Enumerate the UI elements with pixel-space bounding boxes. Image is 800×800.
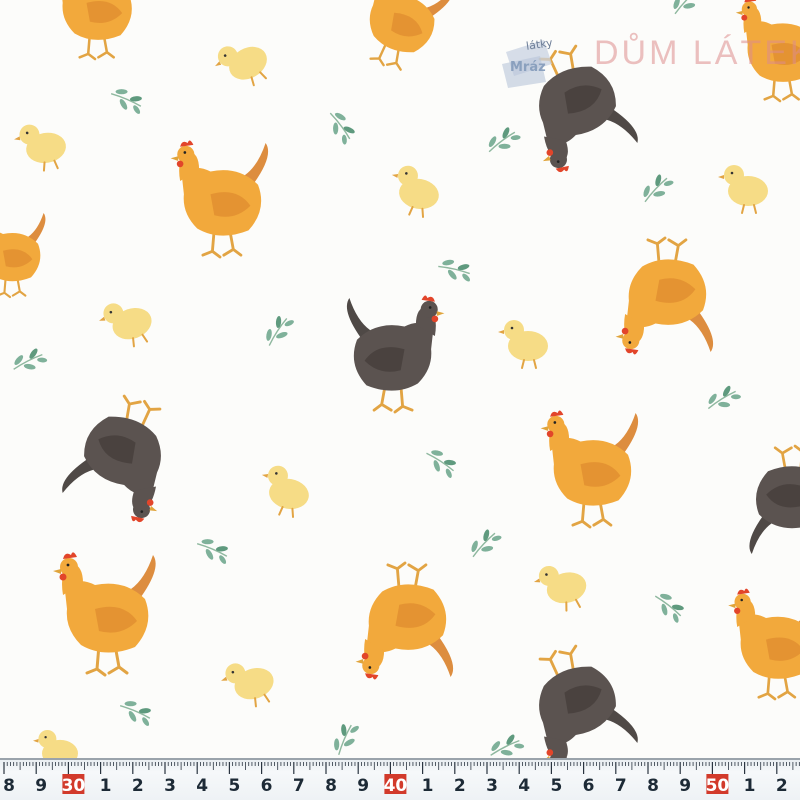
ruler-digit: 8 bbox=[325, 776, 337, 796]
leaf-sprig bbox=[426, 450, 456, 478]
leaf-sprig bbox=[438, 259, 471, 282]
leaf-sprig bbox=[643, 174, 674, 203]
chick bbox=[215, 46, 267, 87]
ruler-digit: 1 bbox=[100, 776, 112, 796]
chick bbox=[99, 303, 152, 348]
grey-hen bbox=[749, 444, 800, 554]
ruler-digit: 2 bbox=[132, 776, 144, 796]
leaf-sprig bbox=[490, 734, 525, 756]
ruler-digit: 9 bbox=[357, 776, 369, 796]
ruler-digit: 3 bbox=[486, 776, 498, 796]
ruler-digit: 1 bbox=[422, 776, 434, 796]
watermark-brand-text: DŮM LÁTEK.CZ bbox=[594, 34, 800, 72]
ruler-digit: 9 bbox=[679, 776, 691, 796]
leaf-sprig bbox=[266, 316, 294, 346]
ruler-digit: 5 bbox=[550, 776, 562, 796]
ruler-digit: 2 bbox=[454, 776, 466, 796]
fabric-swatch: látky Mráz DŮM LÁTEK.CZ 8930123456789401… bbox=[0, 0, 800, 800]
leaf-sprig bbox=[196, 539, 228, 564]
watermark: látky Mráz DŮM LÁTEK.CZ bbox=[500, 28, 800, 98]
measuring-ruler: 8 9 30 1 2 3 4 5 6 7 8 9 40 1 2 3 4 5 6 7 8 9 50 1 2 bbox=[0, 758, 800, 800]
leaf-sprig bbox=[119, 701, 151, 726]
ruler-digit: 2 bbox=[776, 776, 788, 796]
ruler-digit: 7 bbox=[293, 776, 305, 796]
orange-hen bbox=[369, 0, 453, 71]
ruler-digit: 8 bbox=[647, 776, 659, 796]
orange-hen bbox=[170, 140, 269, 259]
ruler-digit: 40 bbox=[384, 776, 408, 796]
leaf-sprig bbox=[673, 0, 698, 15]
orange-hen bbox=[0, 213, 46, 299]
ruler-digit: 7 bbox=[615, 776, 627, 796]
orange-hen bbox=[615, 236, 714, 355]
watermark-badge-text: Mráz bbox=[510, 60, 546, 75]
ruler-digit: 5 bbox=[228, 776, 240, 796]
leaf-sprig bbox=[334, 724, 359, 756]
chick bbox=[718, 165, 768, 214]
grey-hen bbox=[538, 644, 638, 760]
grey-hen bbox=[346, 295, 445, 414]
orange-hen bbox=[53, 552, 156, 677]
orange-hen bbox=[540, 410, 639, 529]
ruler-digit: 4 bbox=[518, 776, 530, 796]
ruler-digit: 3 bbox=[164, 776, 176, 796]
orange-hen bbox=[355, 561, 454, 680]
ruler-digit: 6 bbox=[583, 776, 595, 796]
leaf-sprig bbox=[329, 112, 355, 145]
leaf-sprig bbox=[654, 593, 684, 623]
chick bbox=[391, 165, 439, 218]
ruler-digit: 1 bbox=[744, 776, 756, 796]
leaf-sprig bbox=[707, 385, 741, 410]
orange-hen bbox=[62, 0, 132, 61]
chick bbox=[221, 663, 274, 708]
leaf-sprig bbox=[13, 348, 48, 370]
chick bbox=[533, 565, 587, 612]
orange-hen bbox=[728, 588, 800, 701]
chick bbox=[261, 465, 309, 518]
ruler-digit: 4 bbox=[196, 776, 208, 796]
chicken-pattern bbox=[0, 0, 800, 760]
chick bbox=[498, 320, 548, 369]
leaf-sprig bbox=[110, 89, 142, 114]
ruler-digit: 50 bbox=[706, 776, 730, 796]
chick bbox=[14, 124, 66, 172]
ruler-digit: 9 bbox=[35, 776, 47, 796]
ruler-digit: 30 bbox=[62, 776, 86, 796]
chick bbox=[33, 730, 78, 760]
grey-hen bbox=[62, 394, 162, 523]
ruler-digit: 6 bbox=[261, 776, 273, 796]
ruler-scale: 8 9 30 1 2 3 4 5 6 7 8 9 40 1 2 3 4 5 6 7 8 9 50 1 2 bbox=[3, 762, 800, 796]
leaf-sprig bbox=[471, 529, 502, 558]
leaf-sprig bbox=[488, 127, 521, 153]
ruler-digit: 8 bbox=[3, 776, 15, 796]
